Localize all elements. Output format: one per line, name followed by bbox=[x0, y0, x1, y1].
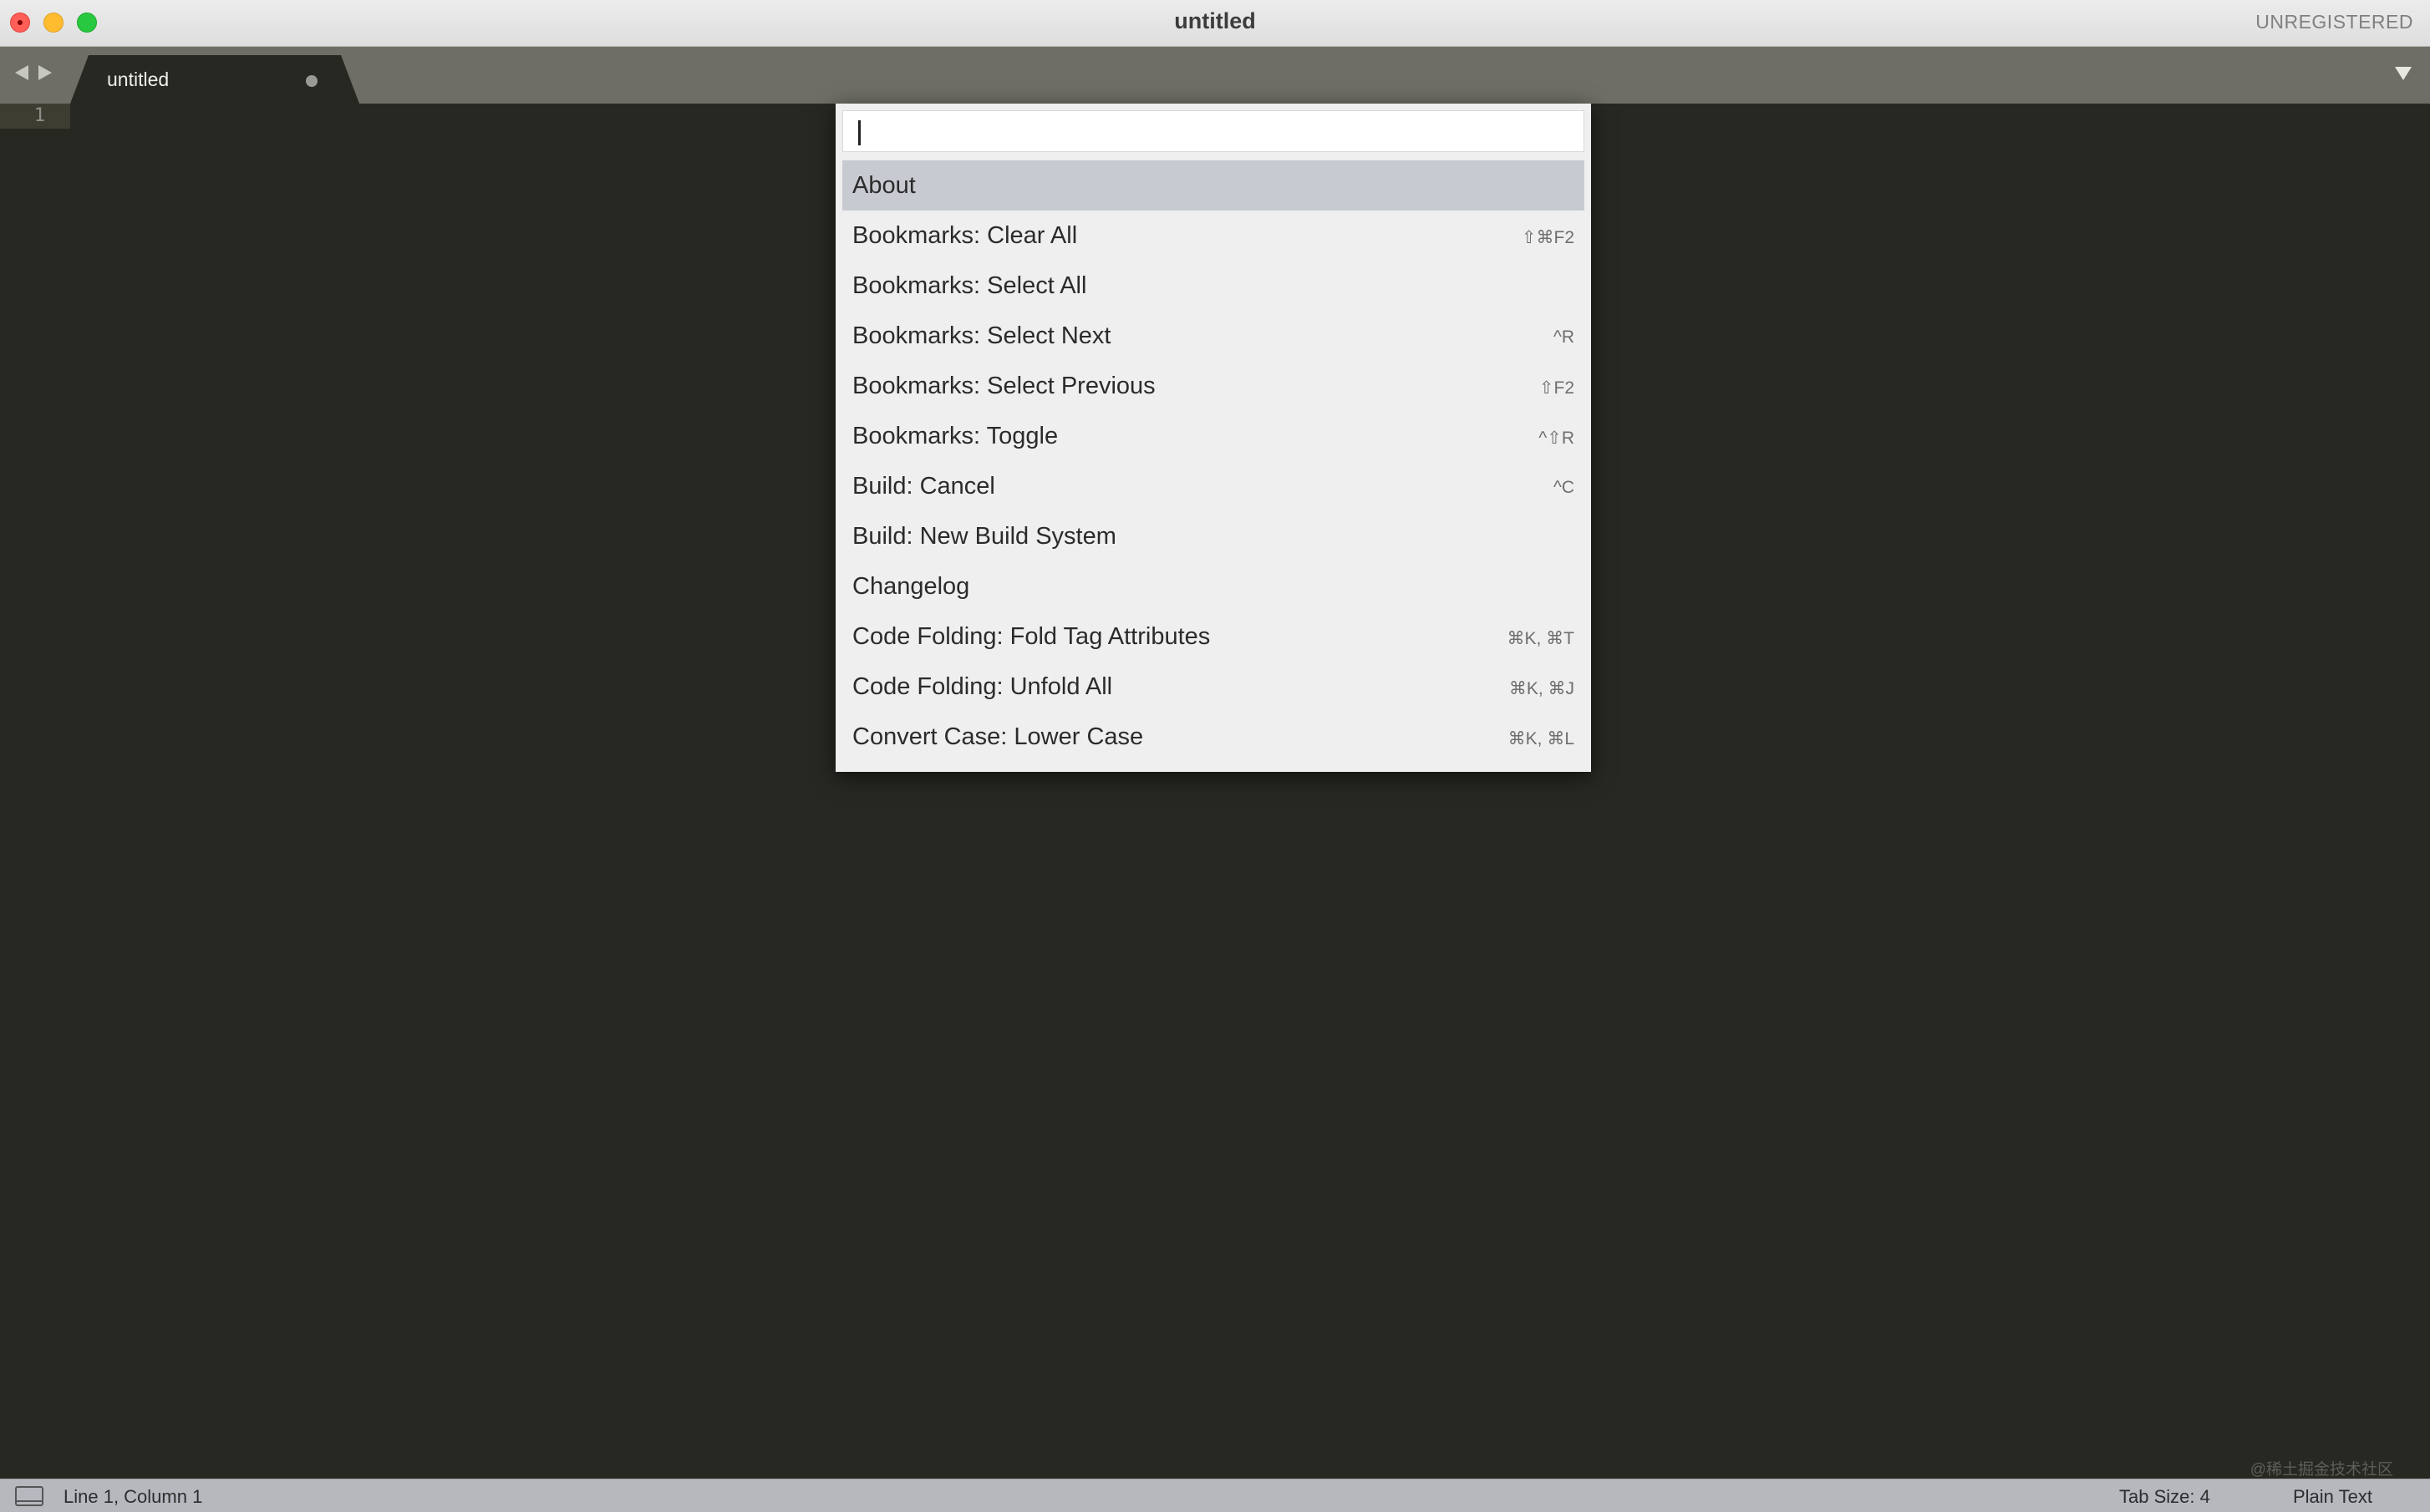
command-item[interactable]: Bookmarks: Toggle ^⇧R bbox=[842, 411, 1584, 461]
command-label: Bookmarks: Clear All bbox=[852, 222, 1078, 249]
command-item[interactable]: Build: New Build System bbox=[842, 511, 1584, 561]
command-label: About bbox=[852, 172, 916, 199]
command-shortcut: ⇧⌘F2 bbox=[1521, 228, 1574, 247]
command-shortcut: ⌘K, ⌘J bbox=[1508, 679, 1574, 698]
tab-forward-arrow-icon[interactable] bbox=[38, 65, 52, 80]
tab-back-arrow-icon[interactable] bbox=[15, 65, 28, 80]
command-label: Build: New Build System bbox=[852, 523, 1116, 550]
command-item[interactable]: Bookmarks: Clear All ⇧⌘F2 bbox=[842, 211, 1584, 261]
tab-label: untitled bbox=[107, 68, 170, 90]
tab-untitled[interactable]: untitled bbox=[70, 55, 359, 104]
line-number: 1 bbox=[33, 105, 45, 126]
command-item[interactable]: Code Folding: Fold Tag Attributes ⌘K, ⌘T bbox=[842, 611, 1584, 662]
registration-status: UNREGISTERED bbox=[2255, 11, 2413, 33]
command-item[interactable]: Bookmarks: Select Next ^R bbox=[842, 311, 1584, 361]
command-shortcut: ⇧F2 bbox=[1538, 378, 1574, 398]
command-label: Changelog bbox=[852, 573, 970, 600]
gutter-current-line: 1 bbox=[0, 104, 70, 129]
command-shortcut: ^C bbox=[1553, 478, 1574, 497]
command-label: Code Folding: Fold Tag Attributes bbox=[852, 623, 1211, 650]
window-title: untitled bbox=[1174, 8, 1256, 33]
command-shortcut: ⌘K, ⌘T bbox=[1507, 629, 1574, 648]
command-label: Build: Cancel bbox=[852, 473, 995, 500]
command-shortcut: ⌘K, ⌘L bbox=[1507, 729, 1574, 748]
command-item[interactable]: Bookmarks: Select Previous ⇧F2 bbox=[842, 361, 1584, 411]
command-item[interactable]: Bookmarks: Select All bbox=[842, 261, 1584, 311]
watermark: @稀土掘金技术社区 bbox=[2250, 1461, 2393, 1479]
command-item[interactable]: Code Folding: Unfold All ⌘K, ⌘J bbox=[842, 662, 1584, 712]
command-palette-input[interactable] bbox=[842, 110, 1584, 152]
tab-bar: untitled bbox=[0, 47, 2430, 104]
command-label: Bookmarks: Select Next bbox=[852, 322, 1111, 349]
status-bar: Line 1, Column 1 Tab Size: 4 Plain Text bbox=[0, 1479, 2430, 1512]
command-shortcut: ^⇧R bbox=[1538, 429, 1574, 448]
tab-list-dropdown-icon[interactable] bbox=[2395, 67, 2412, 80]
command-palette: About Bookmarks: Clear All ⇧⌘F2 Bookmark… bbox=[836, 104, 1591, 772]
command-shortcut: ^R bbox=[1553, 327, 1574, 347]
command-item[interactable]: About bbox=[842, 160, 1584, 211]
command-label: Bookmarks: Select Previous bbox=[852, 373, 1156, 399]
unsaved-dot-icon[interactable] bbox=[306, 75, 318, 87]
command-item[interactable]: Build: Cancel ^C bbox=[842, 461, 1584, 511]
syntax-selector[interactable]: Plain Text bbox=[2293, 1486, 2372, 1508]
command-label: Bookmarks: Toggle bbox=[852, 423, 1059, 449]
command-item[interactable]: Convert Case: Lower Case ⌘K, ⌘L bbox=[842, 712, 1584, 762]
command-label: Bookmarks: Select All bbox=[852, 272, 1087, 299]
panel-toggle-icon[interactable] bbox=[15, 1486, 43, 1506]
tab-size-selector[interactable]: Tab Size: 4 bbox=[2119, 1486, 2210, 1508]
text-caret bbox=[858, 120, 861, 145]
cursor-position: Line 1, Column 1 bbox=[64, 1486, 203, 1507]
command-label: Code Folding: Unfold All bbox=[852, 673, 1113, 700]
command-item[interactable]: Changelog bbox=[842, 561, 1584, 611]
command-list: About Bookmarks: Clear All ⇧⌘F2 Bookmark… bbox=[842, 160, 1584, 762]
command-label: Convert Case: Lower Case bbox=[852, 723, 1144, 750]
title-bar: untitled UNREGISTERED bbox=[0, 0, 2430, 47]
